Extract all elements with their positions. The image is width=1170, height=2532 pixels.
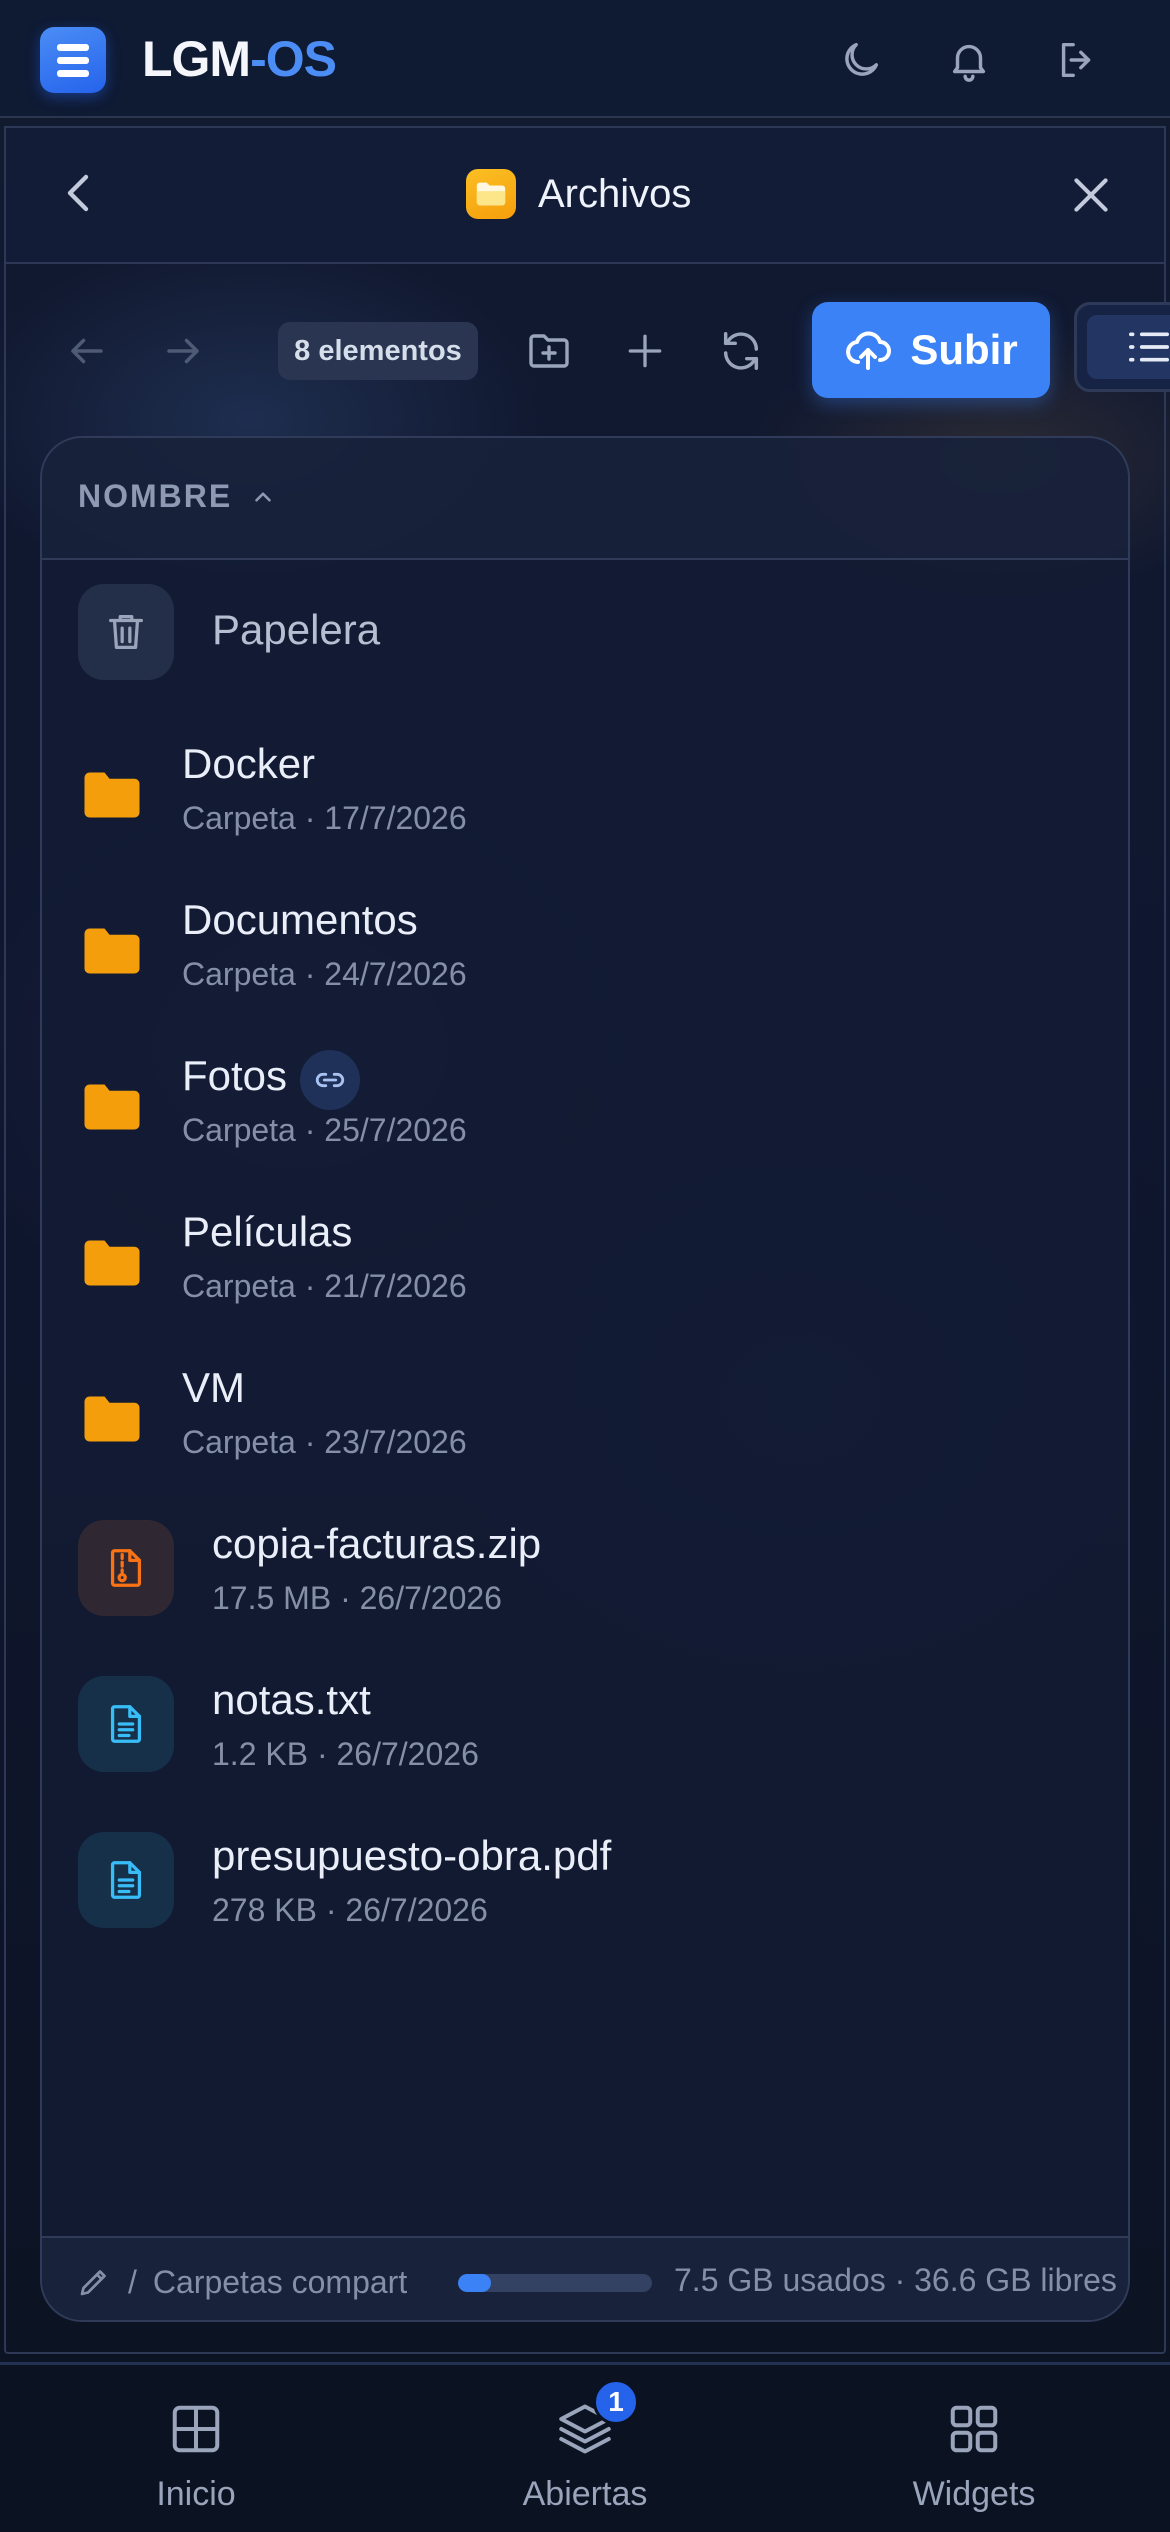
back-button[interactable] — [58, 168, 98, 218]
window-title: Archivos — [466, 168, 691, 220]
item-meta: Carpeta · 24/7/2026 — [182, 956, 467, 992]
item-name: VM — [182, 1364, 245, 1411]
chevron-up-icon — [255, 491, 272, 502]
column-name-label: NOMBRE — [78, 478, 233, 514]
list-item-copia-facturas[interactable]: copia-facturas.zip 17.5 MB · 26/7/2026 — [42, 1500, 1128, 1656]
moon-icon[interactable] — [836, 35, 886, 85]
path-root: / — [128, 2263, 137, 2300]
list-item-notas[interactable]: notas.txt 1.2 KB · 26/7/2026 — [42, 1656, 1128, 1812]
trash-icon — [78, 584, 174, 680]
status-footer: / Carpetas compartidas 7.5 GB usados · 3… — [42, 2236, 1128, 2320]
nav-home[interactable]: Inicio — [86, 2399, 306, 2514]
storage-usage-text: 7.5 GB usados · 36.6 GB libres — [674, 2262, 1117, 2298]
item-meta: 17.5 MB · 26/7/2026 — [212, 1580, 502, 1616]
list-item-trash[interactable]: Papelera — [42, 564, 1128, 720]
nav-widgets-label: Widgets — [912, 2475, 1036, 2513]
upload-button[interactable]: Subir — [812, 302, 1050, 398]
list-item-peliculas[interactable]: Películas Carpeta · 21/7/2026 — [42, 1188, 1128, 1344]
close-button[interactable] — [1066, 170, 1116, 220]
text-file-icon — [78, 1676, 174, 1772]
trash-label: Papelera — [212, 606, 381, 653]
item-name: presupuesto-obra.pdf — [212, 1832, 612, 1879]
item-name: Fotos — [182, 1052, 288, 1099]
item-name: Docker — [182, 740, 316, 787]
item-count-badge: 8 elementos — [278, 322, 478, 380]
top-bar: LGM-OS — [0, 0, 1170, 118]
window-title-text: Archivos — [538, 171, 692, 216]
item-name: Documentos — [182, 896, 418, 943]
sort-by-name-button[interactable]: NOMBRE — [78, 478, 276, 515]
nav-open-label: Abiertas — [522, 2475, 648, 2513]
nav-home-label: Inicio — [156, 2475, 236, 2513]
path-crumb: Carpetas compartidas — [152, 2263, 407, 2300]
brand-title: LGM-OS — [142, 31, 337, 87]
view-mode-toggle[interactable] — [1074, 302, 1170, 392]
nav-back-arrow-icon[interactable] — [62, 326, 112, 376]
pdf-file-icon — [78, 1832, 174, 1928]
folder-icon — [84, 1396, 140, 1442]
archive-file-icon — [78, 1520, 174, 1616]
folder-icon — [84, 772, 140, 818]
folder-icon — [84, 928, 140, 974]
refresh-icon[interactable] — [716, 326, 766, 376]
list-item-fotos[interactable]: Fotos Carpeta · 25/7/2026 — [42, 1032, 1128, 1188]
nav-open-windows[interactable]: 1 Abiertas — [475, 2379, 695, 2514]
path-bar[interactable]: / Carpetas compartidas — [76, 2262, 407, 2302]
storage-usage-fill — [458, 2274, 491, 2292]
item-meta: Carpeta · 23/7/2026 — [182, 1424, 467, 1460]
logout-icon[interactable] — [1052, 35, 1102, 85]
item-meta: Carpeta · 17/7/2026 — [182, 800, 467, 836]
item-meta: 278 KB · 26/7/2026 — [212, 1892, 488, 1928]
item-meta: Carpeta · 21/7/2026 — [182, 1268, 467, 1304]
pencil-icon[interactable] — [76, 2264, 112, 2300]
cloud-upload-icon — [846, 331, 892, 370]
item-name: Películas — [182, 1208, 353, 1255]
layers-icon: 1 — [555, 2379, 639, 2459]
folder-icon — [84, 1240, 140, 1286]
nav-forward-arrow-icon[interactable] — [158, 326, 208, 376]
new-folder-icon[interactable] — [524, 326, 574, 376]
list-item-presupuesto-obra[interactable]: presupuesto-obra.pdf 278 KB · 26/7/2026 — [42, 1812, 1128, 1968]
shared-link-icon[interactable] — [300, 1050, 360, 1110]
list-item-vm[interactable]: VM Carpeta · 23/7/2026 — [42, 1344, 1128, 1500]
item-name: copia-facturas.zip — [212, 1520, 542, 1567]
open-count-badge: 1 — [593, 2379, 639, 2425]
item-name: notas.txt — [212, 1676, 371, 1723]
folder-app-icon — [466, 169, 516, 219]
bell-icon[interactable] — [944, 35, 994, 85]
storage-usage-bar — [458, 2274, 652, 2292]
logo-icon[interactable] — [40, 27, 106, 93]
list-item-documentos[interactable]: Documentos Carpeta · 24/7/2026 — [42, 876, 1128, 1032]
list-header: NOMBRE — [42, 438, 1128, 560]
file-list-panel: NOMBRE Papelera Docker Carpeta · 17/7/20… — [40, 436, 1130, 2322]
add-icon[interactable] — [620, 326, 670, 376]
widgets-icon — [944, 2399, 1004, 2459]
nav-widgets[interactable]: Widgets — [864, 2399, 1084, 2514]
upload-label: Subir — [910, 326, 1018, 373]
list-item-docker[interactable]: Docker Carpeta · 17/7/2026 — [42, 720, 1128, 876]
list-view-icon[interactable] — [1087, 315, 1170, 379]
folder-icon — [84, 1084, 140, 1130]
grid-icon — [166, 2399, 226, 2459]
item-meta: 1.2 KB · 26/7/2026 — [212, 1736, 479, 1772]
item-meta: Carpeta · 25/7/2026 — [182, 1112, 467, 1148]
bottom-nav: Inicio 1 Abiertas Widgets — [0, 2362, 1170, 2532]
